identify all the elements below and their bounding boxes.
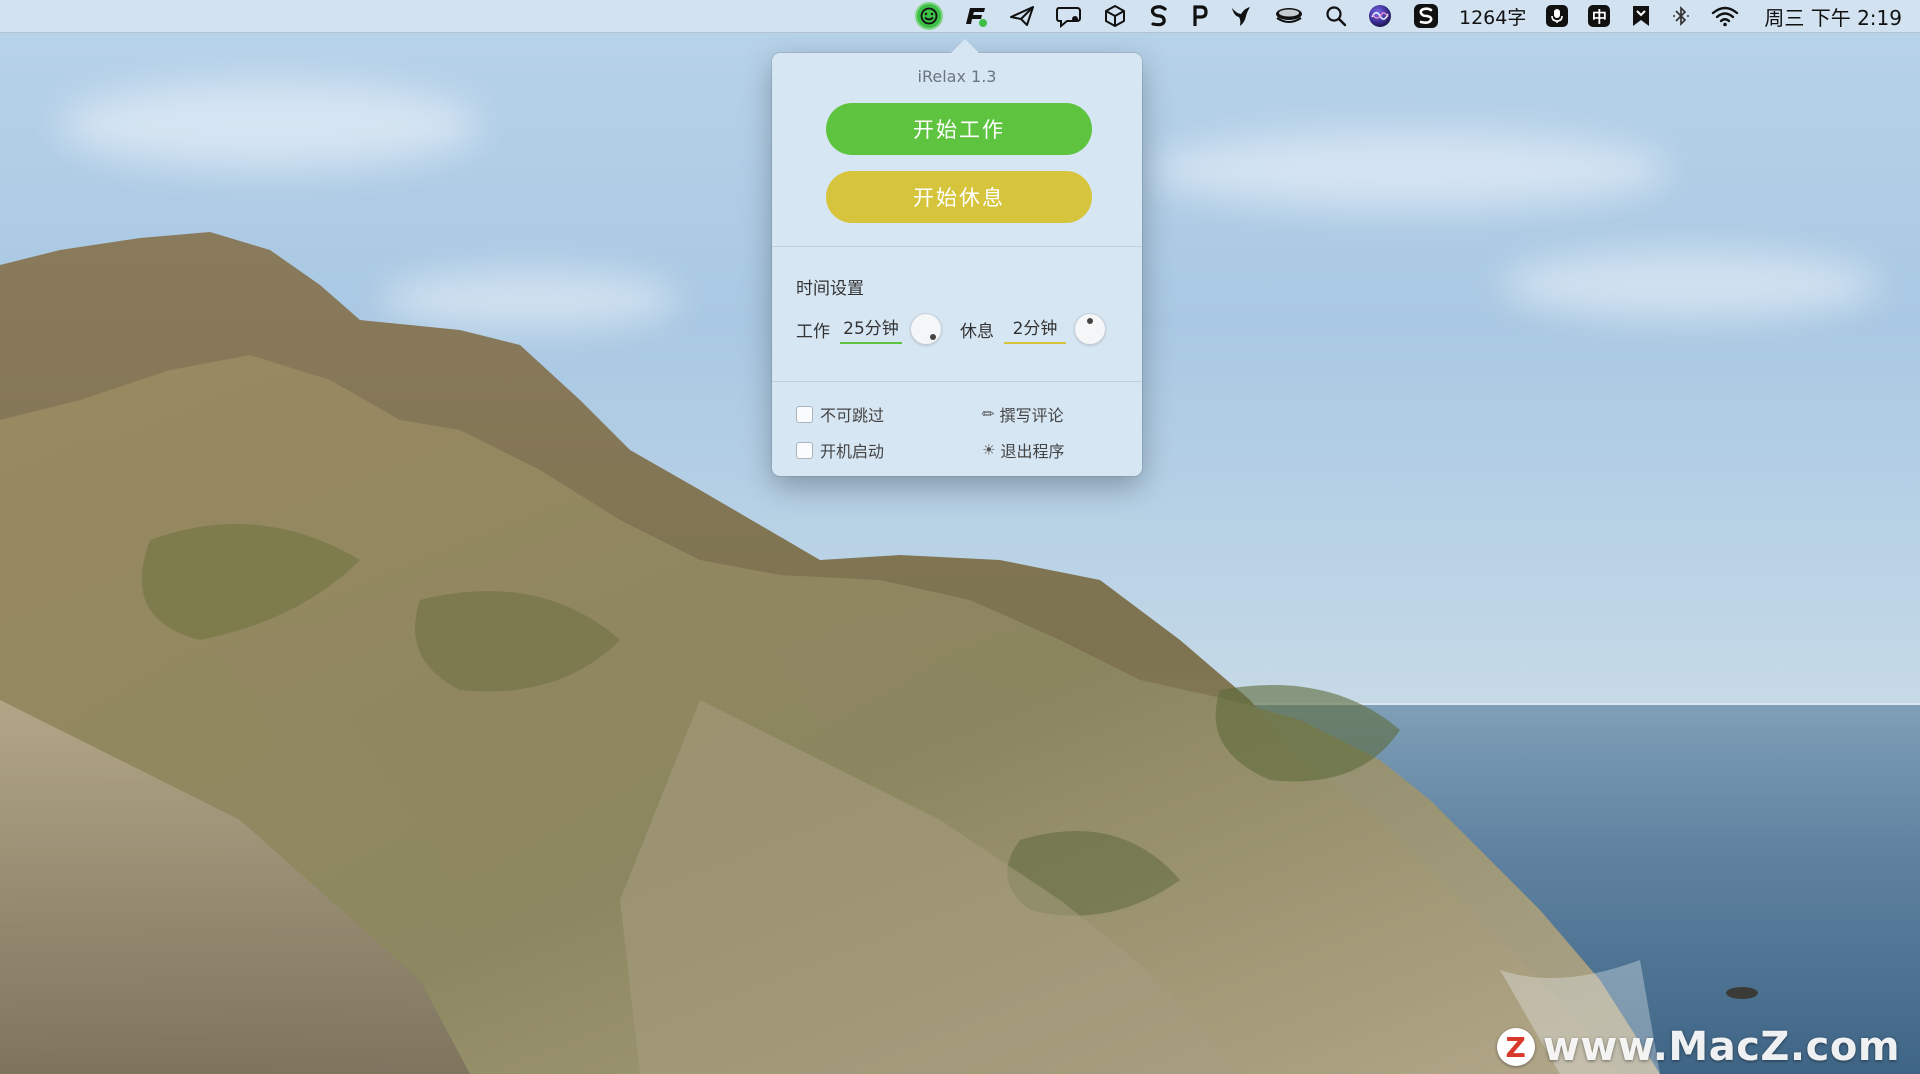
rest-duration-label: 休息 <box>960 321 994 342</box>
paper-plane-menu-icon[interactable] <box>999 0 1045 33</box>
irelax-popover: iRelax 1.3 开始工作 开始休息 时间设置 工作 25分钟 休息 2分钟… <box>772 39 1142 476</box>
bluetooth-status[interactable] <box>1662 0 1700 33</box>
wifi-status[interactable] <box>1700 0 1750 33</box>
siri-button[interactable] <box>1357 0 1403 33</box>
work-duration-knob[interactable] <box>910 313 942 345</box>
pencil-icon: ✏ <box>982 405 995 423</box>
macz-logo: Z <box>1496 1028 1535 1066</box>
launch-at-login-checkbox[interactable] <box>796 441 813 459</box>
paper-plane-icon <box>1010 6 1034 26</box>
rest-duration-value: 2分钟 <box>1004 314 1066 344</box>
no-skip-option[interactable]: 不可跳过 <box>796 402 884 426</box>
bird-icon <box>1232 7 1250 26</box>
spotlight-search[interactable] <box>1315 0 1357 33</box>
watermark: Z www.MacZ.com <box>1496 1024 1900 1070</box>
divider <box>772 246 1142 247</box>
app-version-title: iRelax 1.3 <box>917 67 997 86</box>
sogou-input-menu-icon[interactable] <box>1403 0 1449 33</box>
word-count-label[interactable]: 1264字 <box>1449 0 1536 33</box>
p-letter-icon <box>1193 5 1208 26</box>
bookmark-menu-icon[interactable] <box>1620 0 1662 33</box>
time-settings-row: 工作 25分钟 休息 2分钟 <box>796 312 1106 346</box>
chat-menu-icon[interactable] <box>1045 0 1093 33</box>
input-method-label: 中 <box>1588 5 1611 27</box>
bookmark-icon <box>1633 6 1650 26</box>
wifi-icon <box>1712 6 1739 27</box>
smiley-icon <box>915 2 943 30</box>
irelax-menu-icon[interactable] <box>905 0 953 33</box>
no-skip-label: 不可跳过 <box>820 406 885 425</box>
chat-bubble-icon <box>1056 7 1081 28</box>
menubar-clock[interactable]: 周三 下午 2:19 <box>1750 0 1908 33</box>
s-app-menu-icon[interactable] <box>1137 0 1179 33</box>
coffee-menu-icon[interactable] <box>1263 0 1315 33</box>
microphone-menu-icon[interactable] <box>1536 0 1578 33</box>
write-review-label: 撰写评论 <box>999 406 1064 425</box>
start-work-button[interactable]: 开始工作 <box>826 103 1092 155</box>
knob-indicator <box>1087 318 1093 324</box>
start-rest-button[interactable]: 开始休息 <box>826 171 1092 223</box>
sogou-s-icon <box>1414 4 1438 28</box>
siri-icon <box>1369 5 1391 27</box>
work-duration-value: 25分钟 <box>840 314 902 344</box>
popover-arrow <box>951 39 979 53</box>
no-skip-checkbox[interactable] <box>796 405 813 423</box>
quit-app-link[interactable]: ☀ 退出程序 <box>982 438 1064 462</box>
rest-duration-knob[interactable] <box>1074 313 1106 345</box>
microphone-icon <box>1546 5 1569 27</box>
write-review-link[interactable]: ✏ 撰写评论 <box>982 402 1064 426</box>
launch-at-login-label: 开机启动 <box>820 442 885 461</box>
search-icon <box>1326 6 1347 27</box>
bluetooth-icon <box>1673 5 1690 27</box>
launch-at-login-option[interactable]: 开机启动 <box>796 438 884 462</box>
p-app-menu-icon[interactable] <box>1179 0 1219 33</box>
time-settings-label: 时间设置 <box>796 279 864 299</box>
bird-menu-icon[interactable] <box>1219 0 1263 33</box>
cube-icon <box>1105 5 1125 27</box>
work-duration-label: 工作 <box>796 321 830 342</box>
box-menu-icon[interactable] <box>1093 0 1137 33</box>
coffee-cup-icon <box>1276 8 1302 23</box>
knob-indicator <box>930 334 936 340</box>
gear-icon: ☀ <box>982 441 996 459</box>
f-icon <box>966 8 987 27</box>
menu-bar: 1264字 中 周三 下午 2:19 <box>0 0 1920 33</box>
s-letter-icon <box>1150 5 1167 27</box>
fantastical-menu-icon[interactable] <box>953 0 999 33</box>
quit-label: 退出程序 <box>1000 442 1065 461</box>
input-method-switch[interactable]: 中 <box>1578 0 1620 33</box>
watermark-text: www.MacZ.com <box>1542 1024 1900 1070</box>
divider <box>772 381 1142 382</box>
